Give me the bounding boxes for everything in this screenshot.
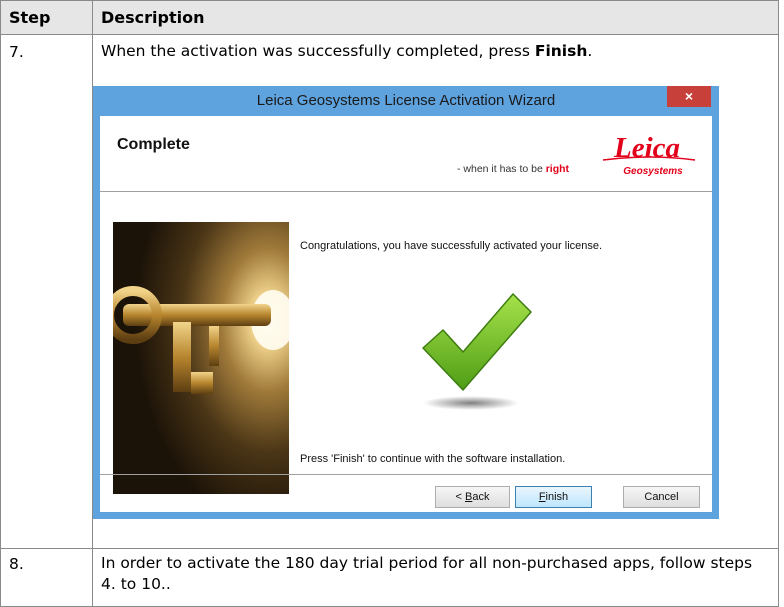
close-button[interactable]: × <box>667 86 711 107</box>
step-description: In order to activate the 180 day trial p… <box>92 548 779 607</box>
back-label: ack <box>472 491 490 503</box>
wizard-body: Congratulations, you have successfully a… <box>100 192 712 494</box>
window-title: Leica Geosystems License Activation Wiza… <box>256 92 556 109</box>
finish-button[interactable]: Finish <box>515 486 592 508</box>
back-button[interactable]: < Back <box>435 486 510 508</box>
header-description: Description <box>92 0 779 35</box>
step-number: 8. <box>0 548 93 607</box>
finish-mnemonic: F <box>538 491 546 503</box>
logo-subtitle: Geosystems <box>623 166 683 177</box>
header-step: Step <box>0 0 93 35</box>
logo-wordmark: Leica <box>613 132 680 164</box>
leica-logo: Leica Geosystems <box>602 132 696 177</box>
success-message: Congratulations, you have successfully a… <box>300 240 603 252</box>
step-text: When the activation was successfully com… <box>101 42 535 60</box>
page-title: Complete <box>117 136 190 153</box>
key-in-lock-image <box>113 222 289 494</box>
wizard-client-area: Complete - when it has to be right Leica… <box>100 116 712 512</box>
window-titlebar[interactable]: Leica Geosystems License Activation Wiza… <box>93 86 719 116</box>
step-text-end: . <box>587 42 593 60</box>
table-row: 8. In order to activate the 180 day tria… <box>0 548 779 607</box>
step-text-bold: Finish <box>534 42 588 60</box>
table-header-row: Step Description <box>0 0 779 35</box>
checkmark-icon <box>422 293 532 410</box>
finish-label: inish <box>545 491 569 503</box>
step-number: 7. <box>0 34 93 549</box>
brand-tagline: - when it has to be right <box>457 163 569 175</box>
tagline-highlight: right <box>545 163 570 175</box>
license-activation-wizard-window: Leica Geosystems License Activation Wiza… <box>93 86 719 519</box>
back-prefix: < <box>455 491 465 503</box>
continue-instruction: Press 'Finish' to continue with the soft… <box>300 453 566 465</box>
cancel-button[interactable]: Cancel <box>623 486 700 508</box>
close-icon: × <box>684 88 694 104</box>
footer-divider <box>100 474 712 475</box>
tagline-text: - when it has to be <box>457 163 546 175</box>
wizard-header: Complete - when it has to be right Leica… <box>100 116 712 192</box>
